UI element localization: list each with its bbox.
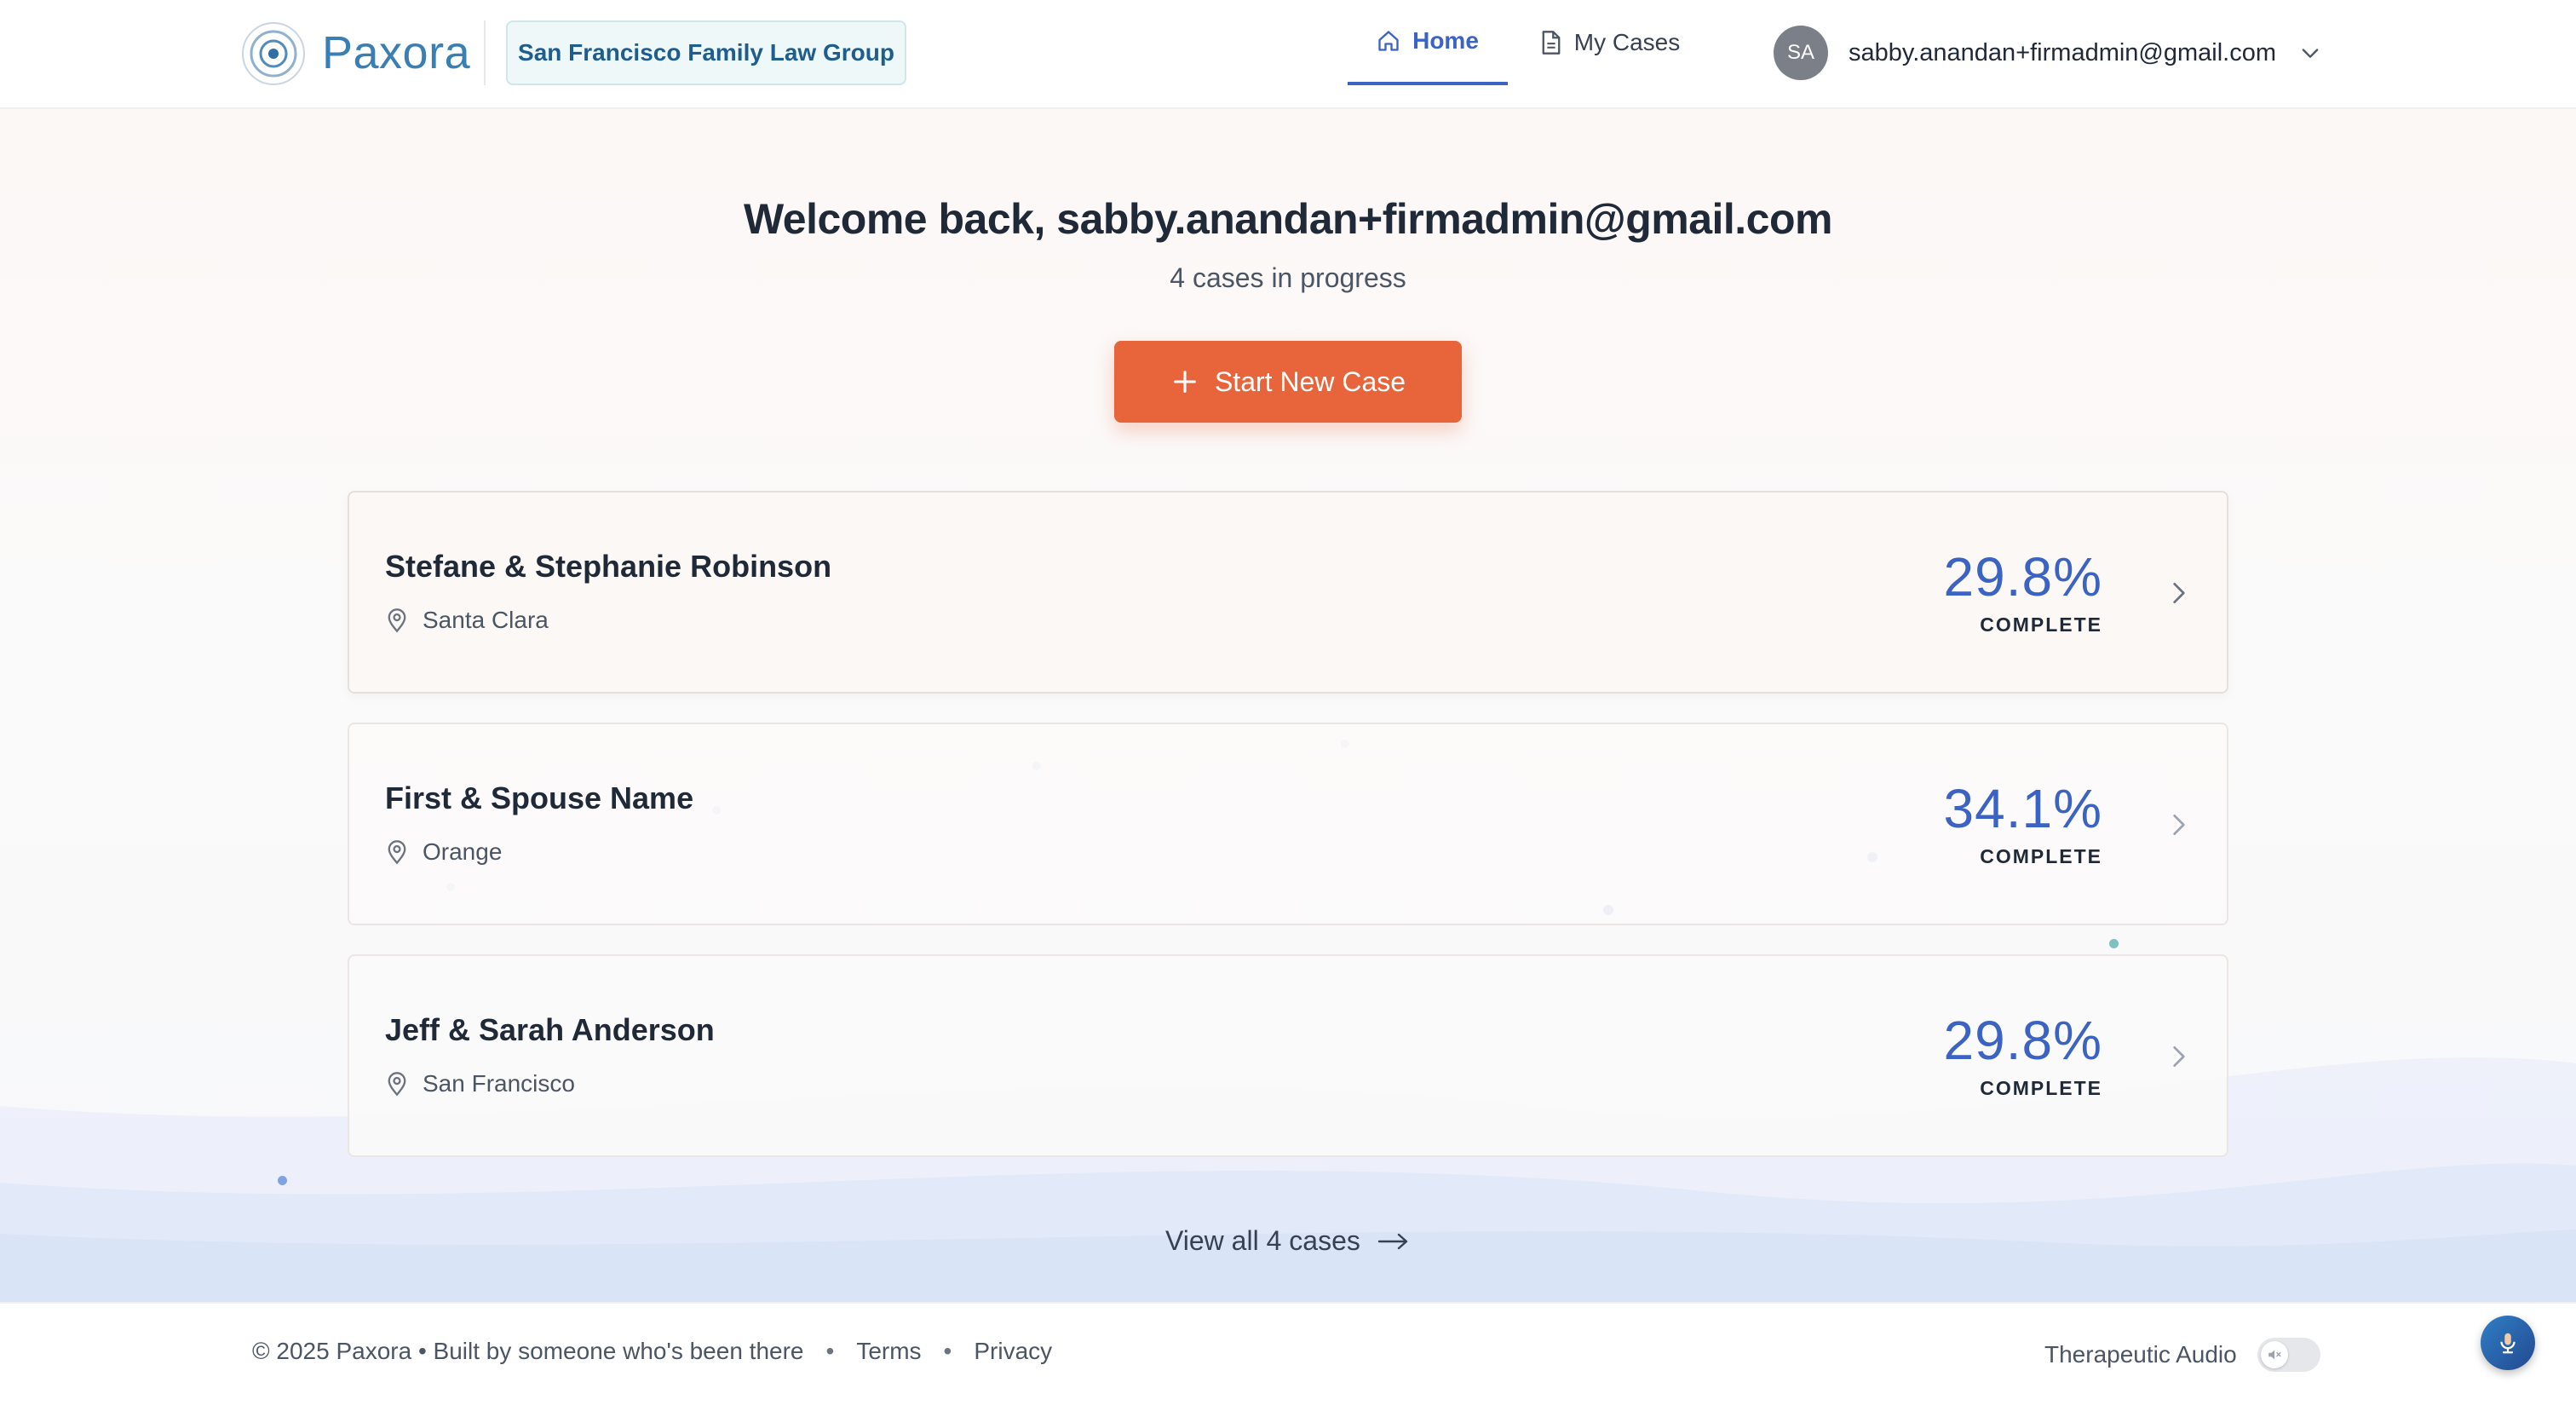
footer-left: © 2025 Paxora • Built by someone who's b… (252, 1338, 1052, 1365)
decorative-dot (278, 1176, 287, 1185)
case-location-label: San Francisco (423, 1070, 575, 1097)
case-location-label: Santa Clara (423, 607, 549, 633)
case-name: Jeff & Sarah Anderson (385, 1012, 715, 1047)
footer-right: Therapeutic Audio (2044, 1338, 2320, 1372)
microphone-icon (2500, 1333, 2516, 1354)
brand-name[interactable]: Paxora (322, 22, 470, 84)
document-icon (1542, 31, 1561, 55)
case-progress-percent: 29.8% (1943, 546, 2102, 608)
privacy-link[interactable]: Privacy (974, 1338, 1052, 1365)
home-icon (1378, 31, 1399, 51)
chevron-right-icon[interactable] (2165, 809, 2193, 840)
chevron-right-icon[interactable] (2165, 1041, 2193, 1072)
nav-my-cases[interactable]: My Cases (1525, 0, 1695, 85)
view-all-cases-label: View all 4 cases (1165, 1225, 1360, 1256)
location-pin-icon (388, 1072, 406, 1097)
case-progress-percent: 29.8% (1943, 1010, 2102, 1071)
decorative-dot (2109, 939, 2119, 948)
footer: © 2025 Paxora • Built by someone who's b… (0, 1302, 2576, 1411)
start-new-case-label: Start New Case (1214, 366, 1406, 397)
case-location: Santa Clara (385, 607, 549, 634)
firm-badge: San Francisco Family Law Group (506, 20, 906, 85)
case-card[interactable]: Jeff & Sarah Anderson San Francisco 29.8… (348, 954, 2228, 1157)
logo-divider (484, 20, 486, 85)
top-header: Paxora San Francisco Family Law Group Ho… (0, 0, 2576, 109)
case-name: First & Spouse Name (385, 780, 694, 815)
location-pin-icon (388, 608, 406, 633)
start-new-case-button[interactable]: Start New Case (1114, 341, 1462, 423)
avatar[interactable]: SA (1774, 26, 1828, 80)
view-all-cases-link[interactable]: View all 4 cases (1165, 1225, 1410, 1257)
paxora-logo-icon[interactable] (240, 20, 307, 87)
case-location: San Francisco (385, 1070, 575, 1097)
plus-icon (1174, 371, 1196, 393)
nav-home[interactable]: Home (1348, 0, 1508, 85)
nav-home-label: Home (1412, 27, 1479, 54)
case-complete-label: COMPLETE (1980, 845, 2102, 867)
case-location-label: Orange (423, 838, 503, 865)
case-complete-label: COMPLETE (1980, 1077, 2102, 1099)
nav-my-cases-label: My Cases (1573, 29, 1681, 55)
case-complete-label: COMPLETE (1980, 613, 2102, 636)
speaker-muted-icon (2268, 1350, 2281, 1360)
footer-separator: • (825, 1338, 835, 1364)
case-name: Stefane & Stephanie Robinson (385, 549, 832, 584)
chevron-down-icon[interactable] (2298, 41, 2322, 65)
user-email[interactable]: sabby.anandan+firmadmin@gmail.com (1849, 34, 2276, 72)
case-card[interactable]: Stefane & Stephanie Robinson Santa Clara… (348, 491, 2228, 694)
therapeutic-audio-toggle[interactable] (2257, 1338, 2320, 1372)
terms-link[interactable]: Terms (856, 1338, 921, 1365)
case-progress-percent: 34.1% (1943, 778, 2102, 839)
location-pin-icon (388, 840, 406, 865)
main-content: Welcome back, sabby.anandan+firmadmin@gm… (0, 109, 2576, 1302)
welcome-heading: Welcome back, sabby.anandan+firmadmin@gm… (744, 195, 1832, 243)
therapeutic-audio-label: Therapeutic Audio (2044, 1341, 2237, 1368)
case-card[interactable]: First & Spouse Name Orange 34.1% COMPLET… (348, 723, 2228, 925)
copyright-text: © 2025 Paxora • Built by someone who's b… (252, 1338, 804, 1364)
voice-assistant-button[interactable] (2481, 1316, 2535, 1370)
cases-in-progress-text: 4 cases in progress (1170, 262, 1406, 293)
toggle-knob (2260, 1341, 2288, 1368)
arrow-right-icon (1377, 1233, 1408, 1249)
case-location: Orange (385, 838, 502, 866)
footer-separator: • (943, 1338, 952, 1364)
chevron-right-icon[interactable] (2165, 578, 2193, 608)
